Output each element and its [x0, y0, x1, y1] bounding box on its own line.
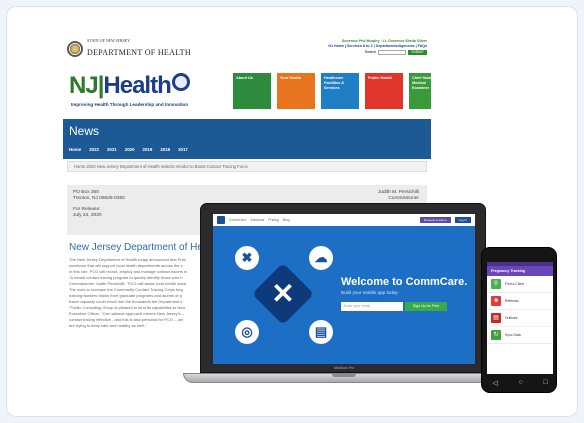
laptop-screen: CommCare Solutions Pricing Blog Request …	[213, 214, 475, 364]
menu-item-referrals[interactable]: ■ Referrals	[487, 293, 553, 310]
search-submit-button[interactable]: SUBMIT	[408, 50, 427, 55]
tile-public-health[interactable]: Public Health	[365, 73, 403, 109]
news-nav-2022[interactable]: 2022	[89, 147, 99, 152]
target-icon: ◎	[235, 320, 259, 344]
phone: Pregnancy Tracking ⚲ Find a Client ■ Ref…	[481, 247, 557, 393]
crossed-tools-icon: ✕	[271, 278, 295, 309]
app-nav-item[interactable]: Pricing	[268, 218, 278, 222]
phone-nav-bar: ◁ ○ □	[482, 379, 558, 387]
tile-your-health[interactable]: Your Health	[277, 73, 315, 109]
login-button[interactable]: Log In	[454, 217, 471, 223]
nav-tiles: About Us Your Health Healthcare Faciliti…	[233, 73, 431, 109]
utility-links[interactable]: NJ Home | Services A to Z | Departments/…	[328, 44, 427, 49]
tile-about-us[interactable]: About Us	[233, 73, 271, 109]
cloud-icon: ☁	[309, 246, 333, 270]
app-nav-item[interactable]: CommCare	[229, 218, 246, 222]
commcare-logo-icon[interactable]	[217, 216, 225, 224]
search-icon: ⚲	[491, 279, 501, 289]
site-tagline: Improving Health Through Leadership and …	[71, 102, 189, 107]
news-nav-home[interactable]: Home	[69, 147, 81, 152]
demo-button[interactable]: Request a Demo	[420, 217, 451, 223]
breadcrumb[interactable]: Home 2020 New Jersey Department of Healt…	[67, 161, 427, 172]
menu-item-label: Sync Data	[505, 333, 521, 337]
top-links: Governor Phil Murphy · Lt. Governor Shei…	[328, 39, 427, 55]
news-nav-2019[interactable]: 2019	[143, 147, 153, 152]
logo-health-text: Health	[103, 72, 171, 99]
logo-ring-icon	[171, 73, 190, 91]
email-field[interactable]: Enter your email	[341, 302, 403, 311]
news-nav-2018[interactable]: 2018	[160, 147, 170, 152]
state-seal-icon	[67, 41, 83, 57]
app-nav-item[interactable]: Blog	[283, 218, 290, 222]
news-nav-2021[interactable]: 2021	[107, 147, 117, 152]
menu-item-sync[interactable]: ↻ Sync Data	[487, 327, 553, 344]
back-icon[interactable]: ◁	[492, 379, 497, 387]
news-title: News	[69, 124, 100, 138]
menu-item-label: Referrals	[505, 299, 519, 303]
showcase-card: STATE OF NEW JERSEY DEPARTMENT OF HEALTH…	[6, 6, 578, 417]
governor-link[interactable]: Governor Phil Murphy	[342, 39, 380, 43]
search-label: Search	[364, 50, 377, 54]
menu-item-label: Find a Client	[505, 282, 525, 286]
laptop-notch	[332, 374, 356, 377]
tile-healthcare-facilities[interactable]: Healthcare Facilities & Services	[321, 73, 359, 109]
news-banner: News Home 2022 2021 2020 2019 2018 2017	[63, 119, 431, 159]
laptop: CommCare Solutions Pricing Blog Request …	[200, 203, 486, 373]
logo-nj-text: NJ	[69, 72, 99, 99]
news-nav-2020[interactable]: 2020	[125, 147, 135, 152]
news-nav-2017[interactable]: 2017	[178, 147, 188, 152]
site-search: Search SUBMIT	[328, 50, 427, 55]
phone-screen: Pregnancy Tracking ⚲ Find a Client ■ Ref…	[487, 262, 553, 374]
lt-governor-link[interactable]: Lt. Governor Sheila Oliver	[383, 39, 427, 43]
home-icon[interactable]: ○	[518, 379, 522, 387]
commissioner-title: Commissioner	[388, 196, 419, 201]
news-year-nav: Home 2022 2021 2020 2019 2018 2017	[69, 147, 188, 152]
laptop-base	[183, 373, 503, 383]
search-input[interactable]	[378, 50, 407, 55]
menu-item-outlines[interactable]: ▤ Outlines	[487, 310, 553, 327]
laptop-brand-label: MacBook Pro	[333, 366, 355, 370]
recents-icon[interactable]: □	[543, 379, 547, 387]
chart-icon: ▤	[309, 320, 333, 344]
department-name: DEPARTMENT OF HEALTH	[87, 48, 191, 57]
tile-medical-examiner[interactable]: Chief State Medical Examiner	[409, 73, 431, 109]
outline-icon: ▤	[491, 313, 501, 323]
app-nav-item[interactable]: Solutions	[250, 218, 264, 222]
phone-app-title: Pregnancy Tracking	[487, 266, 553, 276]
wrench-icon: ✖	[235, 246, 259, 270]
hero-graphic: ✖ ☁ ◎ ▤ ✕	[225, 240, 335, 350]
department-header[interactable]: STATE OF NEW JERSEY DEPARTMENT OF HEALTH	[67, 39, 191, 59]
menu-item-label: Outlines	[505, 316, 518, 320]
welcome-subtitle: Build your mobile app today	[341, 290, 398, 295]
referral-icon: ■	[491, 296, 501, 306]
state-label: STATE OF NEW JERSEY	[87, 38, 131, 43]
welcome-heading: Welcome to CommCare.	[341, 276, 468, 288]
sync-icon: ↻	[491, 330, 501, 340]
menu-item-find-client[interactable]: ⚲ Find a Client	[487, 276, 553, 293]
nj-health-logo[interactable]: NJ|Health	[69, 73, 190, 98]
commcare-topbar: CommCare Solutions Pricing Blog Request …	[213, 214, 475, 226]
signup-button[interactable]: Sign Up for Free	[405, 302, 447, 311]
